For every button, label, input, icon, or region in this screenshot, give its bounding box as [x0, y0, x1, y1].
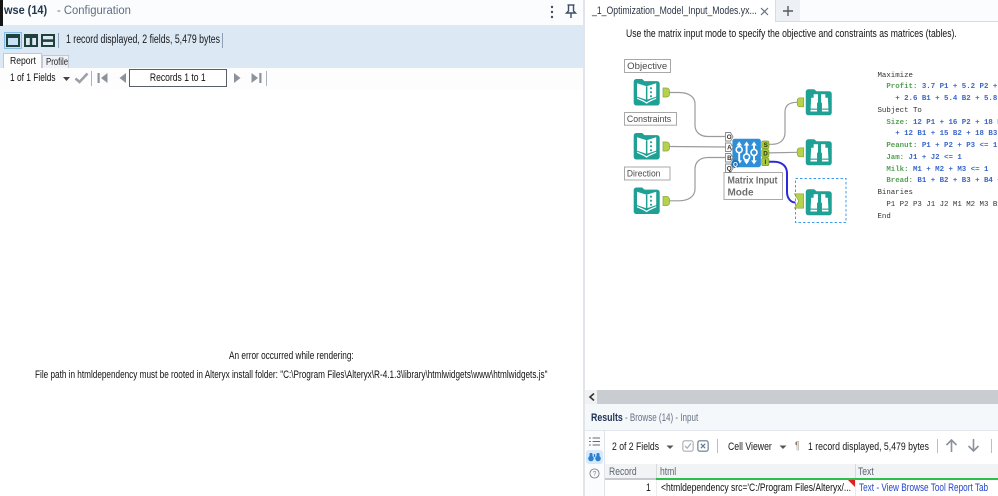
svg-text:B: B	[727, 155, 732, 162]
svg-text:Matrix Input: Matrix Input	[728, 176, 779, 187]
svg-text:I: I	[765, 159, 767, 166]
svg-text:Mode: Mode	[728, 188, 754, 199]
svg-text:Q: Q	[727, 166, 732, 173]
svg-text:S: S	[764, 142, 768, 149]
svg-text:A: A	[727, 145, 732, 152]
svg-text:D: D	[763, 151, 768, 158]
svg-text:?: ?	[593, 471, 597, 478]
svg-text:Q: Q	[733, 161, 738, 168]
svg-text:Objective: Objective	[627, 61, 667, 72]
svg-text:Constraints: Constraints	[627, 114, 672, 125]
svg-text:Direction: Direction	[627, 169, 661, 180]
svg-text:O: O	[727, 134, 732, 141]
